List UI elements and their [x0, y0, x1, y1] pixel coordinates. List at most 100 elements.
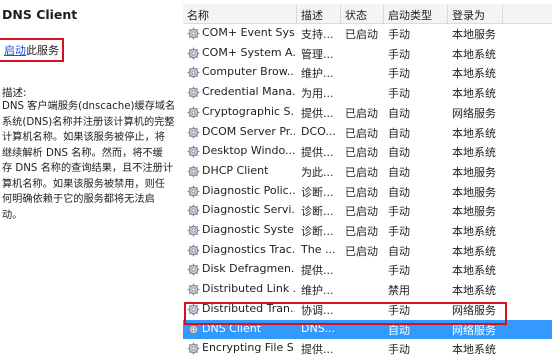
column-divider[interactable] — [296, 4, 297, 23]
service-row[interactable]: Diagnostics Trac... The ... 已启动 自动 本地系统 — [183, 241, 552, 261]
service-name: COM+ System A... — [202, 45, 295, 59]
service-row[interactable]: COM+ Event Sys... 支持... 已启动 手动 本地服务 — [183, 24, 552, 44]
service-row[interactable]: DHCP Client 为此... 已启动 自动 本地服务 — [183, 162, 552, 182]
service-row[interactable]: Cryptographic S... 提供... 已启动 自动 网络服务 — [183, 103, 552, 123]
service-row[interactable]: COM+ System A... 管理... 手动 本地系统 — [183, 44, 552, 64]
service-row[interactable]: Credential Mana... 为用... 手动 本地系统 — [183, 83, 552, 103]
service-name: Computer Brow... — [202, 65, 295, 79]
service-name: Distributed Link ... — [202, 282, 295, 296]
service-description: 提供... — [301, 146, 334, 160]
service-status: 已启动 — [345, 205, 378, 219]
service-startup-type: 自动 — [388, 165, 410, 179]
list-header: 名称 描述 状态 启动类型 登录为 — [183, 4, 552, 24]
service-startup-type: 自动 — [388, 323, 410, 337]
column-header-description[interactable]: 描述 — [301, 7, 323, 23]
service-startup-type: 手动 — [388, 87, 410, 101]
service-description: 诊断... — [301, 185, 334, 199]
service-logon: 本地系统 — [452, 284, 496, 298]
gear-icon — [187, 165, 200, 178]
service-startup-type: 自动 — [388, 126, 410, 140]
service-description: DCO... — [301, 124, 336, 138]
service-logon: 本地服务 — [452, 165, 496, 179]
description-line: 动。 — [2, 209, 23, 221]
service-name: Credential Mana... — [202, 85, 295, 99]
service-status: 已启动 — [345, 185, 378, 199]
service-description: 诊断... — [301, 225, 334, 238]
service-name: Desktop Windo... — [202, 144, 295, 158]
service-row[interactable]: Disk Defragmen... 提供... 手动 本地系统 — [183, 260, 552, 280]
description-label: 描述: — [2, 87, 27, 99]
service-logon: 本地服务 — [452, 28, 496, 41]
gear-icon — [187, 224, 200, 237]
service-status: 已启动 — [345, 244, 378, 258]
service-startup-type: 手动 — [388, 205, 410, 219]
start-service-box: 启动此服务 — [0, 38, 64, 62]
service-logon: 网络服务 — [452, 303, 496, 317]
service-row[interactable]: Diagnostic Servi... 诊断... 已启动 手动 本地服务 — [183, 201, 552, 221]
service-logon: 网络服务 — [452, 323, 496, 337]
description-line: 系统(DNS)名称并注册该计算机的完整 — [2, 116, 175, 128]
column-divider[interactable] — [383, 4, 384, 23]
service-description: 支持... — [301, 28, 334, 41]
service-row[interactable]: Distributed Link ... 维护... 禁用 本地系统 — [183, 280, 552, 300]
start-service-suffix: 此服务 — [26, 44, 59, 57]
service-row[interactable]: Distributed Tran... 协调... 手动 网络服务 — [183, 300, 552, 320]
column-header-name[interactable]: 名称 — [187, 7, 209, 23]
service-status: 已启动 — [345, 126, 378, 140]
service-row[interactable]: Computer Brow... 维护... 手动 本地系统 — [183, 63, 552, 83]
service-description: 维护... — [301, 284, 334, 298]
service-logon: 本地系统 — [452, 264, 496, 278]
service-description: DNS... — [301, 321, 336, 335]
description-line: 计算机名称。如果该服务被停止，将 — [2, 132, 165, 143]
gear-icon — [187, 47, 200, 60]
gear-icon — [187, 263, 200, 276]
service-startup-type: 自动 — [388, 106, 410, 120]
service-row-selected[interactable]: DNS Client DNS... 自动 网络服务 — [183, 319, 552, 340]
column-header-status[interactable]: 状态 — [345, 7, 367, 23]
service-description: 为此... — [301, 165, 334, 179]
gear-icon — [187, 185, 200, 198]
service-startup-type: 手动 — [388, 67, 410, 81]
service-startup-type: 自动 — [388, 146, 410, 160]
services-list: 名称 描述 状态 启动类型 登录为 COM+ Event Sys... 支持...… — [183, 0, 552, 356]
service-startup-type: 手动 — [388, 28, 410, 41]
service-description: 协调... — [301, 303, 334, 317]
service-startup-type: 自动 — [388, 185, 410, 199]
gear-icon — [187, 27, 200, 40]
service-row[interactable]: Encrypting File S... 提供... 手动 本地系统 — [183, 339, 552, 359]
column-header-startup-type[interactable]: 启动类型 — [388, 7, 432, 23]
service-status: 已启动 — [345, 146, 378, 160]
service-name: COM+ Event Sys... — [202, 26, 295, 39]
gear-icon — [187, 204, 200, 217]
service-name: DCOM Server Pr... — [202, 124, 295, 138]
service-description: The ... — [301, 242, 336, 256]
service-row[interactable]: Diagnostic Polic... 诊断... 已启动 自动 本地服务 — [183, 182, 552, 202]
gear-icon — [187, 66, 200, 79]
service-logon: 本地系统 — [452, 47, 496, 61]
service-description: 诊断... — [301, 205, 334, 219]
start-service-link[interactable]: 启动 — [4, 44, 26, 57]
service-name: Diagnostic Servi... — [202, 203, 295, 217]
service-row[interactable]: DCOM Server Pr... DCO... 已启动 自动 本地系统 — [183, 123, 552, 143]
service-row[interactable]: Diagnostic Syste... 诊断... 已启动 手动 本地系统 — [183, 221, 552, 241]
service-logon: 本地系统 — [452, 244, 496, 258]
gear-icon — [187, 106, 200, 119]
service-status: 已启动 — [345, 225, 378, 238]
service-description: 维护... — [301, 67, 334, 81]
service-startup-type: 手动 — [388, 225, 410, 238]
column-divider[interactable] — [447, 4, 448, 23]
service-logon: 本地系统 — [452, 225, 496, 238]
service-name: DHCP Client — [202, 163, 269, 177]
service-name: Diagnostic Polic... — [202, 183, 295, 197]
column-header-logon-as[interactable]: 登录为 — [452, 7, 485, 23]
service-status: 已启动 — [345, 106, 378, 120]
service-name: Cryptographic S... — [202, 104, 295, 118]
service-row[interactable]: Desktop Windo... 提供... 已启动 自动 本地系统 — [183, 142, 552, 162]
column-divider[interactable] — [502, 4, 503, 23]
service-startup-type: 手动 — [388, 343, 410, 357]
service-name: Disk Defragmen... — [202, 262, 295, 276]
service-description: 提供... — [301, 343, 334, 357]
column-divider[interactable] — [340, 4, 341, 23]
gear-icon — [187, 303, 200, 316]
service-startup-type: 手动 — [388, 47, 410, 61]
